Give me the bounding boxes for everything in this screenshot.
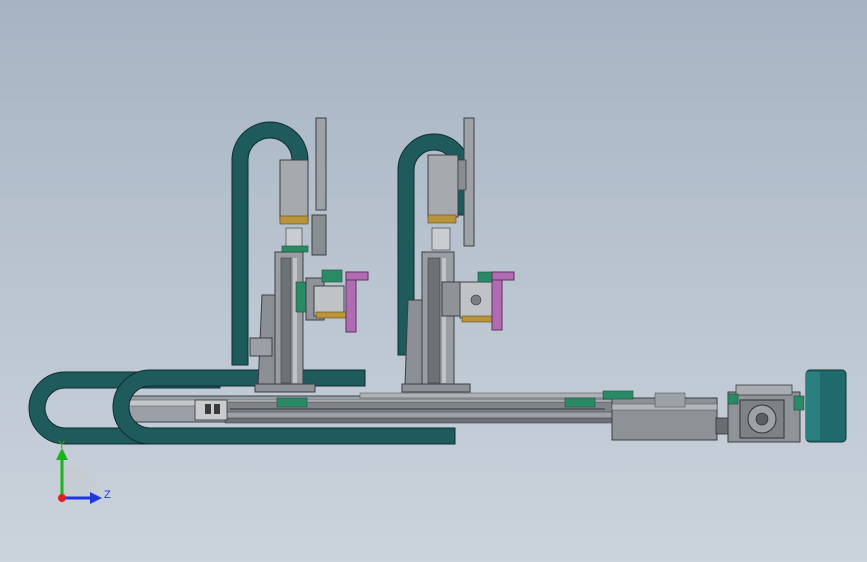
coordinate-triad: Y Z	[56, 439, 111, 504]
cad-viewport[interactable]: Y Z	[0, 0, 867, 562]
drive-motor	[715, 369, 847, 443]
origin-point	[58, 494, 66, 502]
left-vertical-module	[231, 117, 369, 393]
z-axis-label: Z	[104, 489, 111, 501]
y-axis-label: Y	[58, 439, 66, 451]
right-vertical-module	[397, 117, 515, 393]
